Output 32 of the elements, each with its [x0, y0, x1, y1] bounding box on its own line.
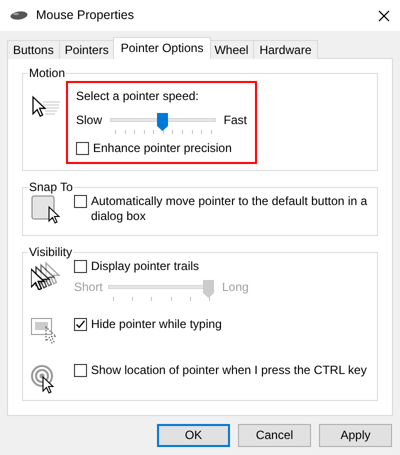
slider-min-label: Slow	[76, 113, 104, 128]
tab[interactable]: Wheel	[208, 40, 254, 59]
checkbox[interactable]	[74, 364, 87, 377]
tab[interactable]: Pointer Options	[112, 37, 212, 59]
slider-max-label: Fast	[224, 113, 247, 128]
checkbox[interactable]	[74, 195, 87, 208]
group-title: Snap To	[28, 181, 74, 193]
tab[interactable]: Buttons	[7, 40, 60, 59]
dialog-button[interactable]: Apply	[319, 424, 392, 447]
checkbox[interactable]	[74, 260, 87, 273]
group-title: Visibility	[28, 246, 74, 258]
slider-min-label: Short	[74, 280, 104, 295]
checkbox-label: Enhance pointer precision	[93, 141, 232, 156]
slider-max-label: Long	[222, 280, 249, 295]
tab[interactable]: Pointers	[58, 40, 115, 59]
checkbox[interactable]	[76, 142, 89, 155]
checkbox-label: Show location of pointer when I press the CTRL key	[91, 363, 367, 378]
group-title: Motion	[28, 67, 66, 79]
dialog-button[interactable]: OK	[157, 424, 230, 447]
window-title: Mouse Properties	[36, 8, 135, 24]
pointer-speed-icon	[31, 93, 61, 119]
tab[interactable]: Hardware	[253, 40, 318, 59]
checkbox[interactable]	[74, 318, 87, 331]
dialog-button[interactable]: Cancel	[238, 424, 311, 447]
mouse-icon	[10, 11, 28, 20]
checkbox-label: Automatically move pointer to the default button in a dialog box	[91, 194, 368, 224]
checkbox-label: Display pointer trails	[91, 259, 200, 274]
checkbox-label: Hide pointer while typing	[91, 317, 222, 332]
close-icon[interactable]	[378, 10, 390, 22]
slider[interactable]	[110, 113, 216, 133]
slider-thumb[interactable]	[157, 113, 168, 131]
section-label: Select a pointer speed:	[76, 89, 200, 104]
